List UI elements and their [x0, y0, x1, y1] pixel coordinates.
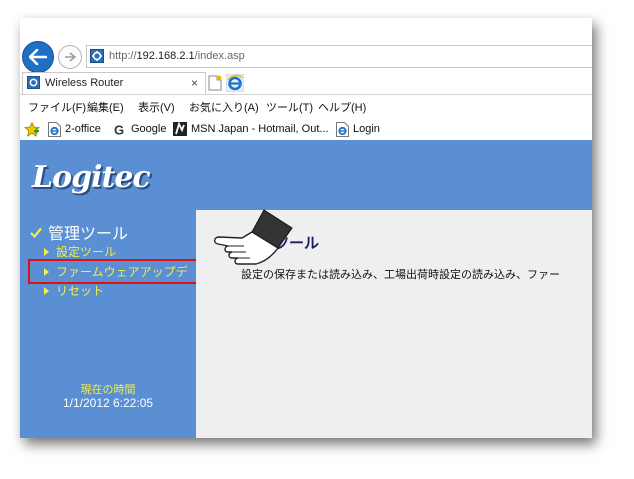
- google-g-icon: G: [114, 123, 124, 136]
- back-button[interactable]: [22, 41, 54, 73]
- favorite-label: MSN Japan - Hotmail, Out...: [191, 123, 329, 135]
- new-tab-icon[interactable]: [208, 75, 222, 91]
- pointing-hand-icon: [214, 209, 293, 265]
- favorite-label: 2-office: [65, 123, 101, 135]
- menu-bar: ファイル(F) 編集(E) 表示(V) お気に入り(A) ツール(T) ヘルプ(…: [20, 96, 592, 116]
- sidebar-link-settings-tool[interactable]: 設定ツール: [44, 243, 116, 260]
- forward-arrow-icon: [65, 52, 76, 62]
- current-time-label: 現在の時間: [80, 383, 136, 396]
- tab-row: Wireless Router ×: [20, 72, 592, 95]
- red-highlight-box: [28, 259, 222, 284]
- menu-edit[interactable]: 編集(E): [87, 99, 124, 115]
- sidebar-link-label: リセット: [56, 284, 105, 298]
- tab-title: Wireless Router: [45, 77, 124, 89]
- svg-text:G: G: [114, 123, 124, 136]
- triangle-bullet-icon: [44, 286, 49, 295]
- tab-wireless-router[interactable]: Wireless Router ×: [22, 72, 206, 94]
- tab-close-icon[interactable]: ×: [191, 73, 198, 93]
- msn-icon: [173, 122, 187, 136]
- favorite-msn-japan[interactable]: MSN Japan - Hotmail, Out...: [173, 120, 329, 138]
- sidebar-link-label: 設定ツール: [56, 245, 117, 259]
- menu-help[interactable]: ヘルプ(H): [318, 99, 366, 115]
- sidebar-title: 管理ツール: [30, 220, 128, 244]
- favorite-login[interactable]: Login: [336, 120, 380, 138]
- favorite-label: Google: [131, 123, 167, 135]
- router-page-icon: [27, 76, 40, 89]
- ie-page-icon: [336, 121, 349, 137]
- menu-view[interactable]: 表示(V): [138, 99, 175, 115]
- back-arrow-icon: [29, 49, 47, 65]
- router-page-icon: [90, 49, 104, 63]
- url-text: http://192.168.2.1/index.asp: [109, 46, 245, 67]
- sidebar-link-reset[interactable]: リセット: [44, 282, 104, 299]
- favorites-star-icon[interactable]: [24, 122, 40, 137]
- favorites-bar: 2-office G Google MSN Japan - Hotmail, O…: [20, 118, 592, 140]
- page-header: Logitec: [20, 140, 592, 210]
- address-row: http://192.168.2.1/index.asp: [20, 40, 592, 73]
- sidebar: 管理ツール 設定ツール ファームウェアアップデ リセット 現在の時間 1/1/2…: [20, 210, 222, 438]
- ie-page-icon: [48, 121, 61, 137]
- url-prefix: http://: [109, 50, 137, 62]
- ie-icon[interactable]: [226, 74, 244, 92]
- favorite-label: Login: [353, 123, 380, 135]
- menu-favorites[interactable]: お気に入り(A): [189, 99, 259, 115]
- checkmark-icon: [30, 227, 42, 238]
- triangle-bullet-icon: [44, 247, 49, 256]
- url-host: 192.168.2.1: [136, 50, 195, 62]
- logitec-logo: Logitec: [32, 160, 151, 195]
- sidebar-title-text: 管理ツール: [48, 224, 129, 243]
- favorite-google[interactable]: G Google: [114, 120, 166, 138]
- address-bar[interactable]: http://192.168.2.1/index.asp: [86, 45, 592, 68]
- browser-window: http://192.168.2.1/index.asp Wireless Ro…: [20, 18, 592, 438]
- menu-tools[interactable]: ツール(T): [266, 99, 313, 115]
- menu-file[interactable]: ファイル(F): [28, 99, 86, 115]
- forward-button[interactable]: [58, 45, 82, 69]
- url-path: /index.asp: [194, 50, 245, 62]
- favorite-2-office[interactable]: 2-office: [48, 120, 101, 138]
- current-time-value: 1/1/2012 6:22:05: [62, 396, 154, 410]
